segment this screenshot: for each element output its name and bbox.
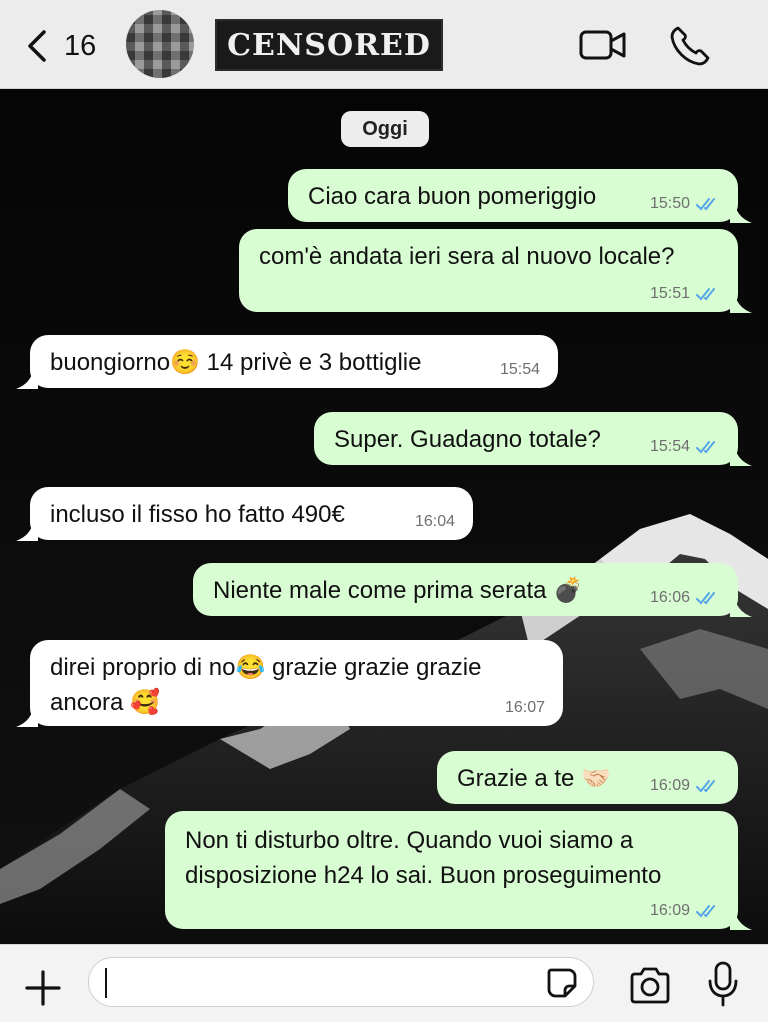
message-text: disposizione h24 lo sai. Buon proseguime… bbox=[185, 862, 662, 889]
message-text: Non ti disturbo oltre. Quando vuoi siamo… bbox=[185, 827, 634, 854]
phone-icon[interactable] bbox=[668, 24, 712, 68]
sticker-icon[interactable] bbox=[545, 966, 579, 1000]
message-text: Ciao cara buon pomeriggio bbox=[308, 183, 597, 210]
message-time: 16:09 bbox=[649, 777, 690, 794]
message-outgoing[interactable]: Grazie a te 🤝🏻 16:09 bbox=[437, 751, 738, 804]
avatar[interactable] bbox=[126, 10, 194, 78]
read-receipt-icon bbox=[696, 905, 715, 918]
bubble-tail bbox=[730, 595, 752, 617]
message-meta: 15:51 bbox=[650, 284, 720, 304]
message-meta: 16:09 bbox=[650, 901, 720, 921]
bubble-tail bbox=[16, 519, 38, 541]
plus-icon[interactable] bbox=[24, 969, 62, 1007]
message-text: Grazie a te 🤝🏻 bbox=[457, 765, 611, 792]
message-outgoing[interactable]: Super. Guadagno totale? 15:54 bbox=[314, 412, 752, 466]
message-meta: 15:54 bbox=[650, 437, 720, 457]
message-time: 16:07 bbox=[504, 699, 545, 716]
message-time: 16:04 bbox=[414, 513, 455, 530]
message-incoming[interactable]: buongiorno☺️ 14 privè e 3 bottiglie 15:5… bbox=[16, 335, 558, 389]
message-meta: 15:50 bbox=[650, 194, 720, 214]
message-text: direi proprio di no😂 grazie grazie grazi… bbox=[50, 654, 482, 681]
bubble-tail bbox=[730, 291, 752, 313]
chat-header: 16 CENSORED bbox=[0, 0, 768, 89]
video-camera-icon[interactable] bbox=[578, 26, 628, 64]
chevron-left-icon[interactable] bbox=[22, 28, 52, 64]
message-outgoing[interactable]: com'è andata ieri sera al nuovo locale? … bbox=[239, 229, 752, 313]
message-text: com'è andata ieri sera al nuovo locale? bbox=[259, 243, 675, 270]
message-time: 15:54 bbox=[649, 438, 690, 455]
message-outgoing[interactable]: Ciao cara buon pomeriggio 15:50 bbox=[288, 169, 752, 223]
message-incoming[interactable]: direi proprio di no😂 grazie grazie grazi… bbox=[16, 640, 563, 727]
message-text: incluso il fisso ho fatto 490€ bbox=[50, 501, 345, 528]
read-receipt-icon bbox=[696, 198, 715, 211]
date-separator: Oggi bbox=[341, 111, 429, 147]
message-meta: 16:07 bbox=[505, 698, 545, 718]
bubble-tail bbox=[730, 444, 752, 466]
message-time: 16:06 bbox=[649, 589, 690, 606]
chat-area[interactable]: Oggi Ciao cara buon pomeriggio 15:50 com… bbox=[0, 89, 768, 944]
message-text: buongiorno☺️ 14 privè e 3 bottiglie bbox=[50, 349, 422, 376]
camera-icon[interactable] bbox=[628, 965, 672, 1005]
message-time: 16:09 bbox=[649, 902, 690, 919]
message-outgoing[interactable]: Non ti disturbo oltre. Quando vuoi siamo… bbox=[165, 811, 752, 930]
bubble-tail bbox=[16, 367, 38, 389]
message-meta: 16:04 bbox=[415, 512, 455, 532]
message-outgoing[interactable]: Niente male come prima serata 💣 16:06 bbox=[193, 563, 752, 617]
unread-count[interactable]: 16 bbox=[64, 30, 96, 63]
microphone-icon[interactable] bbox=[706, 961, 740, 1007]
message-time: 15:54 bbox=[499, 361, 540, 378]
message-time: 15:51 bbox=[649, 285, 690, 302]
message-text: Niente male come prima serata 💣 bbox=[213, 577, 584, 604]
message-text: ancora 🥰 bbox=[50, 689, 160, 716]
message-input[interactable] bbox=[88, 957, 594, 1007]
message-meta: 15:54 bbox=[500, 360, 540, 380]
bubble-tail bbox=[16, 705, 38, 727]
text-caret bbox=[105, 968, 107, 998]
read-receipt-icon bbox=[696, 288, 715, 301]
message-meta: 16:09 bbox=[650, 776, 720, 796]
read-receipt-icon bbox=[696, 592, 715, 605]
message-incoming[interactable]: incluso il fisso ho fatto 490€ 16:04 bbox=[16, 487, 473, 541]
message-text: Super. Guadagno totale? bbox=[334, 426, 601, 453]
contact-name-censored[interactable]: CENSORED bbox=[215, 19, 443, 71]
read-receipt-icon bbox=[696, 441, 715, 454]
composer-bar bbox=[0, 944, 768, 1022]
bubble-tail bbox=[730, 908, 752, 930]
bubble-tail bbox=[730, 201, 752, 223]
message-time: 15:50 bbox=[649, 195, 690, 212]
read-receipt-icon bbox=[696, 780, 715, 793]
message-meta: 16:06 bbox=[650, 588, 720, 608]
